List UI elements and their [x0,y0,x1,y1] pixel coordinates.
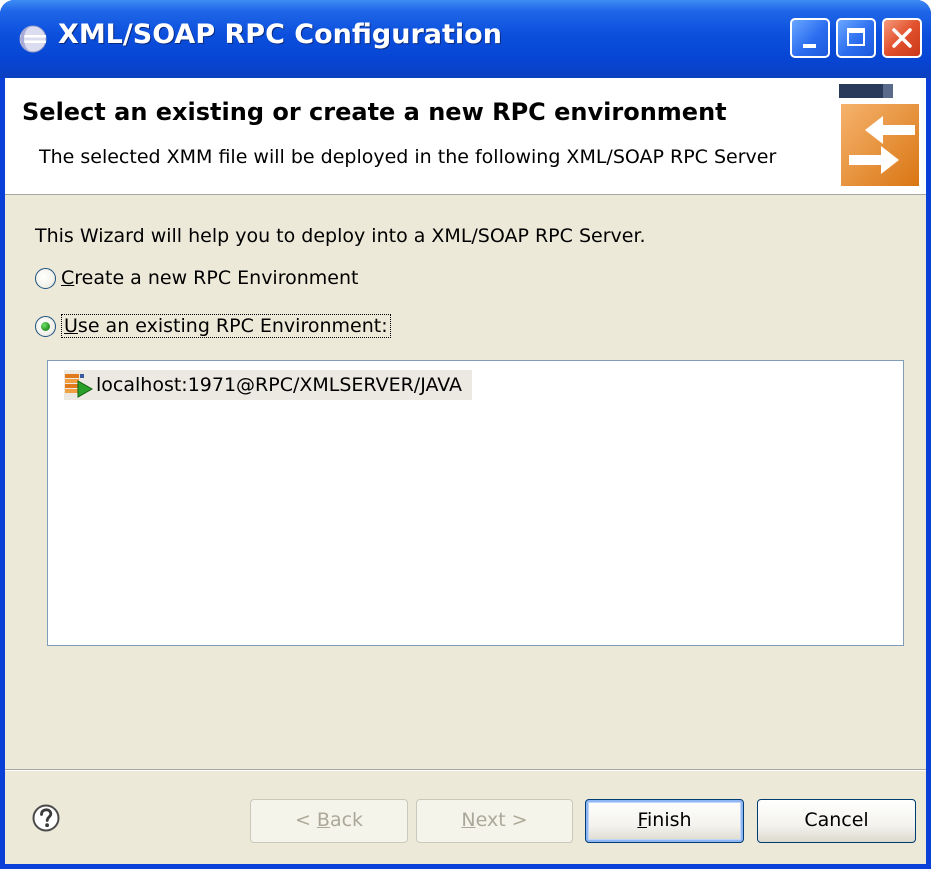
maximize-button[interactable] [836,18,876,58]
rpc-environment-icon [65,374,94,398]
cancel-button[interactable]: Cancel [757,799,916,843]
list-item[interactable]: localhost:1971@RPC/XMLSERVER/JAVA [64,370,473,400]
eclipse-icon [19,25,47,53]
help-icon[interactable] [31,803,61,833]
wizard-window: XML/SOAP RPC Configuration Select an exi… [0,0,931,869]
intro-text: This Wizard will help you to deploy into… [35,225,646,247]
create-new-environment-radio[interactable] [35,267,56,289]
wizard-header: Select an existing or create a new RPC e… [5,78,926,195]
window-title: XML/SOAP RPC Configuration [58,19,502,50]
use-existing-environment-option[interactable]: Use an existing RPC Environment: [35,311,391,341]
close-icon [892,28,912,48]
wizard-content: Select an existing or create a new RPC e… [5,78,926,864]
environment-list[interactable]: localhost:1971@RPC/XMLSERVER/JAVA [47,360,904,646]
close-button[interactable] [882,18,922,58]
page-description: The selected XMM file will be deployed i… [39,146,777,168]
button-bar-divider [5,769,926,771]
create-new-environment-option[interactable]: Create a new RPC Environment [35,263,358,293]
use-existing-environment-radio[interactable] [35,315,56,337]
wizard-banner-arrows-icon [839,84,919,186]
create-new-environment-label: Create a new RPC Environment [61,267,359,289]
page-title: Select an existing or create a new RPC e… [22,98,727,126]
back-button[interactable]: < Back [250,799,408,843]
finish-button[interactable]: Finish [585,799,744,843]
minimize-button[interactable] [790,18,830,58]
environment-label: localhost:1971@RPC/XMLSERVER/JAVA [96,374,463,396]
wizard-body: This Wizard will help you to deploy into… [5,195,926,763]
title-bar[interactable]: XML/SOAP RPC Configuration [0,0,931,78]
next-button[interactable]: Next > [416,799,573,843]
use-existing-environment-label: Use an existing RPC Environment: [61,314,391,338]
